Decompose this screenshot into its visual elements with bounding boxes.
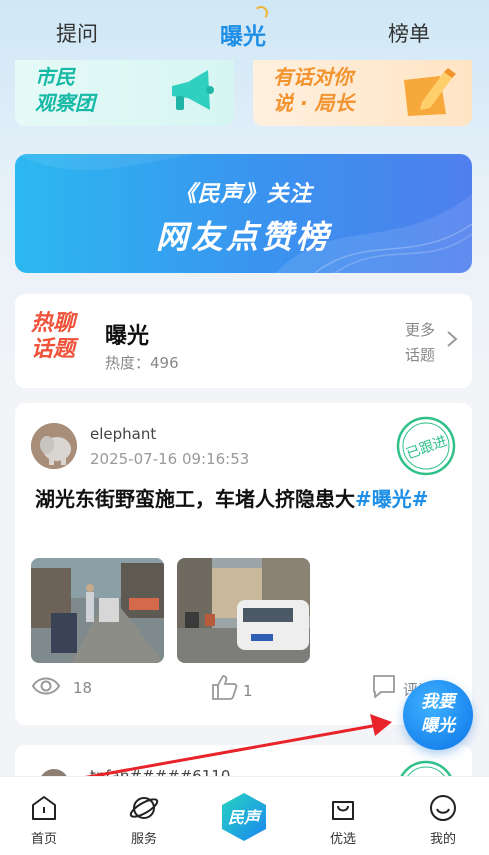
post-username[interactable]: elephant bbox=[90, 425, 156, 443]
post-card[interactable]: elephant 2025-07-16 09:16:53 已跟进 湖光东街野蛮施… bbox=[15, 403, 472, 725]
nav-service[interactable]: 服务 bbox=[109, 777, 179, 855]
expose-fab-button[interactable]: 我要 曝光 bbox=[403, 680, 473, 750]
more-topics-line1: 更多 bbox=[405, 321, 436, 339]
followed-stamp-icon: 已跟进 bbox=[396, 416, 456, 476]
citizen-observer-banner[interactable]: 市民 观察团 bbox=[15, 60, 234, 126]
post-title[interactable]: 湖光东街野蛮施工，车堵人挤隐患大#曝光# bbox=[35, 483, 455, 515]
pencil-box-icon bbox=[404, 68, 456, 116]
stamp-text: 已跟进 bbox=[404, 433, 449, 462]
fab-line1: 我要 bbox=[421, 692, 455, 712]
nav-select[interactable]: 优选 bbox=[308, 777, 378, 855]
post-image-2[interactable] bbox=[177, 558, 310, 663]
top-tab-bar: 提问 曝光 榜单 bbox=[0, 0, 489, 62]
hot-badge-line2: 话题 bbox=[31, 337, 76, 362]
street-photo-1 bbox=[31, 558, 164, 663]
citizen-observer-title: 市民 观察团 bbox=[35, 64, 95, 116]
nav-home-label: 首页 bbox=[30, 832, 57, 847]
more-topics-link[interactable]: 更多 话题 bbox=[405, 318, 441, 368]
avatar-elephant-icon bbox=[31, 423, 77, 469]
post-title-text: 湖光东街野蛮施工，车堵人挤隐患大 bbox=[35, 487, 355, 511]
like-thumb-icon[interactable] bbox=[210, 673, 238, 701]
banner-title: 网友点赞榜 bbox=[155, 218, 331, 256]
nav-select-label: 优选 bbox=[329, 832, 356, 847]
tab-ask[interactable]: 提问 bbox=[56, 18, 98, 48]
planet-icon bbox=[129, 797, 159, 819]
views-count: 18 bbox=[73, 679, 93, 697]
hot-badge-line1: 热聊 bbox=[31, 311, 76, 336]
center-logo-text: 民声 bbox=[228, 808, 263, 827]
talk-to-director-title: 有话对你 说 · 局长 bbox=[273, 64, 355, 116]
more-topics-line2: 话题 bbox=[405, 346, 436, 364]
citizen-observer-line1: 市民 bbox=[35, 65, 75, 89]
comment-bubble-icon[interactable] bbox=[371, 673, 397, 699]
nav-minsheng[interactable]: 民声 bbox=[208, 777, 278, 855]
talk-to-director-banner[interactable]: 有话对你 说 · 局长 bbox=[253, 60, 472, 126]
bottom-navigation: 首页 服务 民声 优选 我的 bbox=[0, 776, 489, 855]
nav-service-label: 服务 bbox=[130, 832, 157, 847]
hot-topic-card: 热聊 话题 曝光 热度：496 更多 话题 bbox=[15, 294, 472, 388]
topic-heat: 热度：496 bbox=[105, 354, 179, 372]
home-icon bbox=[32, 796, 56, 820]
talk-to-director-line1: 有话对你 bbox=[273, 65, 353, 89]
megaphone-icon bbox=[172, 70, 214, 110]
avatar[interactable] bbox=[31, 423, 77, 469]
tab-rank[interactable]: 榜单 bbox=[388, 18, 430, 48]
banner-subtitle: 《民声》关注 bbox=[174, 182, 313, 207]
post-timestamp: 2025-07-16 09:16:53 bbox=[90, 450, 250, 468]
loading-spinner-icon bbox=[254, 6, 268, 20]
nav-home[interactable]: 首页 bbox=[9, 777, 79, 855]
talk-to-director-line2: 说 · 局长 bbox=[273, 91, 355, 115]
tab-exposure[interactable]: 曝光 bbox=[220, 17, 266, 51]
fab-label: 我要 曝光 bbox=[403, 690, 473, 738]
smile-profile-icon bbox=[430, 795, 456, 821]
topic-name: 曝光 bbox=[105, 324, 150, 349]
nav-mine[interactable]: 我的 bbox=[408, 777, 478, 855]
street-photo-2 bbox=[177, 558, 310, 663]
views-eye-icon bbox=[31, 677, 61, 695]
citizen-observer-line2: 观察团 bbox=[35, 91, 95, 115]
shopping-bag-icon bbox=[332, 801, 354, 820]
post-hashtag[interactable]: #曝光# bbox=[355, 487, 429, 511]
nav-mine-label: 我的 bbox=[429, 832, 456, 847]
minsheng-logo-icon: 民声 bbox=[222, 793, 266, 841]
fab-line2: 曝光 bbox=[421, 716, 455, 736]
netizen-likes-ranking-banner[interactable]: 《民声》关注 网友点赞榜 bbox=[15, 154, 472, 273]
chevron-right-icon[interactable] bbox=[446, 330, 458, 348]
hot-topic-badge: 热聊 话题 bbox=[31, 311, 75, 363]
post-image-1[interactable] bbox=[31, 558, 164, 663]
likes-count: 1 bbox=[243, 682, 253, 700]
